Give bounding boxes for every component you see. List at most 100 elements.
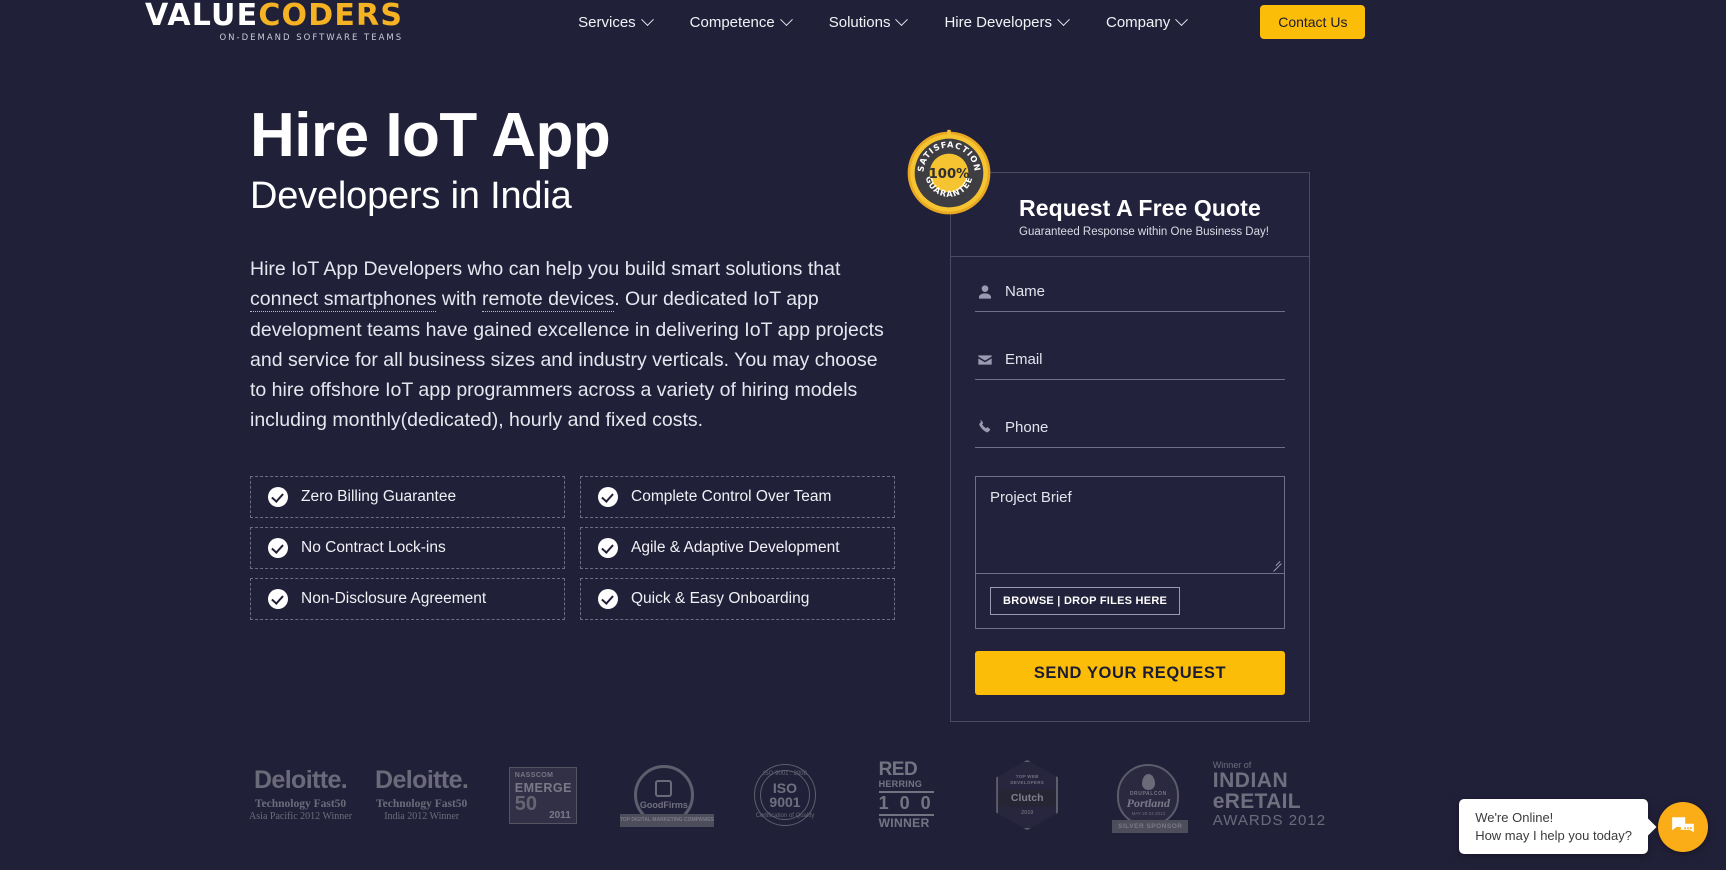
award-line-2: Asia Pacific 2012 Winner — [249, 811, 353, 822]
hero-paragraph: Hire IoT App Developers who can help you… — [250, 254, 885, 435]
chevron-down-icon — [895, 12, 909, 26]
page-subtitle: Developers in India — [250, 175, 572, 218]
feature-label: Quick & Easy Onboarding — [631, 589, 810, 607]
nav-label-solutions: Solutions — [828, 13, 891, 31]
chevron-down-icon — [640, 12, 654, 26]
file-drop-row: BROWSE | DROP FILES HERE — [976, 573, 1284, 628]
contact-us-button[interactable]: Contact Us — [1260, 5, 1366, 39]
award-brand: Deloitte. — [375, 766, 469, 794]
send-request-button[interactable]: SEND YOUR REQUEST — [975, 651, 1285, 695]
award-line-1: Technology Fast50 — [376, 798, 468, 810]
goodfirms-logo-icon — [655, 780, 673, 797]
resize-handle-icon[interactable] — [1270, 559, 1282, 571]
goodfirms-badge: GoodFirms TOP DIGITAL MARKETING COMPANIE… — [619, 765, 714, 827]
browse-files-button[interactable]: BROWSE | DROP FILES HERE — [990, 587, 1181, 615]
logo-text-coders: CODERS — [258, 0, 404, 34]
award-deloitte-asia-pacific[interactable]: Deloitte. Technology Fast50 Asia Pacific… — [240, 752, 361, 838]
feature-item-non-disclosure-agreement[interactable]: Non-Disclosure Agreement — [250, 577, 565, 620]
main-navigation: Services Competence Solutions Hire Devel… — [578, 5, 1366, 39]
envelope-icon — [977, 352, 993, 368]
link-remote-devices[interactable]: remote devices — [481, 288, 615, 313]
feature-item-agile-adaptive-development[interactable]: Agile & Adaptive Development — [580, 526, 895, 569]
nav-item-company[interactable]: Company — [1106, 12, 1189, 31]
feature-item-quick-easy-onboarding[interactable]: Quick & Easy Onboarding — [580, 577, 895, 620]
project-brief-textarea[interactable]: Project Brief — [976, 477, 1284, 573]
eretail-badge: Winner of INDIAN eRETAIL AWARDS 2012 — [1213, 760, 1326, 830]
logo-wordmark: VALUECODERS — [145, 1, 403, 31]
award-red-herring-100[interactable]: RED HERRING 1 0 0 WINNER — [846, 752, 967, 838]
feature-list: Zero Billing Guarantee Complete Control … — [250, 475, 895, 620]
chat-widget: We're Online! How may I help you today? — [1459, 799, 1708, 854]
award-sponsor-ribbon: SILVER SPONSOR — [1112, 820, 1189, 833]
award-arc-bottom: Certification of Quality — [755, 813, 815, 819]
quote-form-subtitle: Guaranteed Response within One Business … — [1019, 226, 1269, 238]
award-year: 2019 — [1021, 810, 1034, 817]
award-line-1: ISO — [772, 779, 798, 796]
paragraph-part-2: with — [436, 288, 482, 311]
drupal-droplet-icon — [1141, 774, 1155, 791]
hero-section: Hire IoT App Developers in India Hire Io… — [0, 44, 1726, 722]
award-line-2: India 2012 Winner — [384, 811, 460, 822]
nav-item-solutions[interactable]: Solutions — [828, 12, 909, 31]
clutch-badge: TOP WEB DEVELOPERS Clutch 2019 — [996, 760, 1059, 830]
chevron-down-icon — [779, 12, 793, 26]
awards-strip: Deloitte. Technology Fast50 Asia Pacific… — [240, 752, 1330, 838]
nav-item-hire-developers[interactable]: Hire Developers — [944, 12, 1070, 31]
phone-icon — [977, 419, 993, 436]
award-city: Portland — [1126, 796, 1170, 811]
feature-label: No Contract Lock-ins — [301, 538, 446, 556]
feature-label: Zero Billing Guarantee — [301, 487, 457, 505]
award-iso-9001[interactable]: ISO 9001 : 2008 ISO 9001 Certification o… — [724, 752, 845, 838]
drupalcon-badge: DRUPALCON Portland MAY 20-24 2013 SILVER… — [1112, 764, 1189, 833]
award-clutch[interactable]: TOP WEB DEVELOPERS Clutch 2019 — [967, 752, 1088, 838]
chat-message-bubble[interactable]: We're Online! How may I help you today? — [1459, 799, 1648, 854]
paragraph-part-1: Hire IoT App Developers who can help you… — [250, 258, 841, 281]
award-line-1: Technology Fast50 — [254, 798, 347, 810]
award-line-1: INDIAN — [1212, 769, 1289, 793]
award-top-text: TOP WEB DEVELOPERS — [1010, 773, 1045, 785]
user-icon — [977, 284, 993, 300]
award-ribbon: TOP DIGITAL MARKETING COMPANIES — [619, 814, 714, 827]
page-title: Hire IoT App — [250, 101, 611, 170]
nav-item-services[interactable]: Services — [578, 12, 654, 31]
award-nasscom-emerge-50[interactable]: NASSCOM EMERGE 50 2011 — [482, 752, 603, 838]
feature-item-zero-billing-guarantee[interactable]: Zero Billing Guarantee — [250, 475, 565, 518]
satisfaction-guarantee-badge-icon: SATISFACTION GUARANTEE 100% — [907, 129, 991, 215]
chat-prompt-text: How may I help you today? — [1475, 828, 1632, 843]
quote-form-header: Request A Free Quote Guaranteed Response… — [951, 173, 1309, 257]
iso-badge: ISO 9001 : 2008 ISO 9001 Certification o… — [753, 764, 816, 826]
project-brief-placeholder: Project Brief — [990, 489, 1072, 506]
site-header: VALUECODERS ON-DEMAND SOFTWARE TEAMS Ser… — [0, 0, 1726, 44]
check-circle-icon — [268, 588, 288, 609]
red-herring-badge: RED HERRING 1 0 0 WINNER — [878, 760, 934, 830]
feature-item-complete-control-over-team[interactable]: Complete Control Over Team — [580, 475, 895, 518]
email-placeholder: Email — [1005, 351, 1043, 368]
chevron-down-icon — [1175, 12, 1189, 26]
award-line-3: AWARDS 2012 — [1212, 812, 1327, 830]
link-connect-smartphones[interactable]: connect smartphones — [250, 288, 437, 313]
award-indian-eretail[interactable]: Winner of INDIAN eRETAIL AWARDS 2012 — [1209, 752, 1330, 838]
svg-text:100%: 100% — [929, 167, 970, 182]
phone-field[interactable]: Phone — [975, 413, 1285, 448]
award-brand: Deloitte. — [253, 766, 348, 794]
award-goodfirms[interactable]: GoodFirms TOP DIGITAL MARKETING COMPANIE… — [603, 752, 724, 838]
check-circle-icon — [598, 588, 618, 609]
award-brand: NASSCOM — [514, 771, 554, 779]
award-number: 1 0 0 — [878, 791, 934, 816]
award-line-2: 9001 — [769, 793, 801, 810]
nav-item-competence[interactable]: Competence — [690, 12, 793, 31]
name-placeholder: Name — [1005, 283, 1046, 300]
award-drupalcon-portland[interactable]: DRUPALCON Portland MAY 20-24 2013 SILVER… — [1088, 752, 1209, 838]
award-word-3: WINNER — [878, 815, 930, 830]
quote-form-area: SATISFACTION GUARANTEE 100% Request A Fr… — [907, 104, 1310, 722]
site-logo[interactable]: VALUECODERS ON-DEMAND SOFTWARE TEAMS — [145, 1, 403, 43]
feature-label: Complete Control Over Team — [631, 487, 832, 505]
email-field[interactable]: Email — [975, 345, 1285, 380]
award-deloitte-india[interactable]: Deloitte. Technology Fast50 India 2012 W… — [361, 752, 482, 838]
quote-form-card: Request A Free Quote Guaranteed Response… — [950, 172, 1310, 722]
check-circle-icon — [598, 537, 618, 558]
feature-item-no-contract-lock-ins[interactable]: No Contract Lock-ins — [250, 526, 565, 569]
nav-label-services: Services — [578, 13, 636, 31]
name-field[interactable]: Name — [975, 277, 1285, 312]
chat-open-button[interactable] — [1658, 801, 1708, 852]
